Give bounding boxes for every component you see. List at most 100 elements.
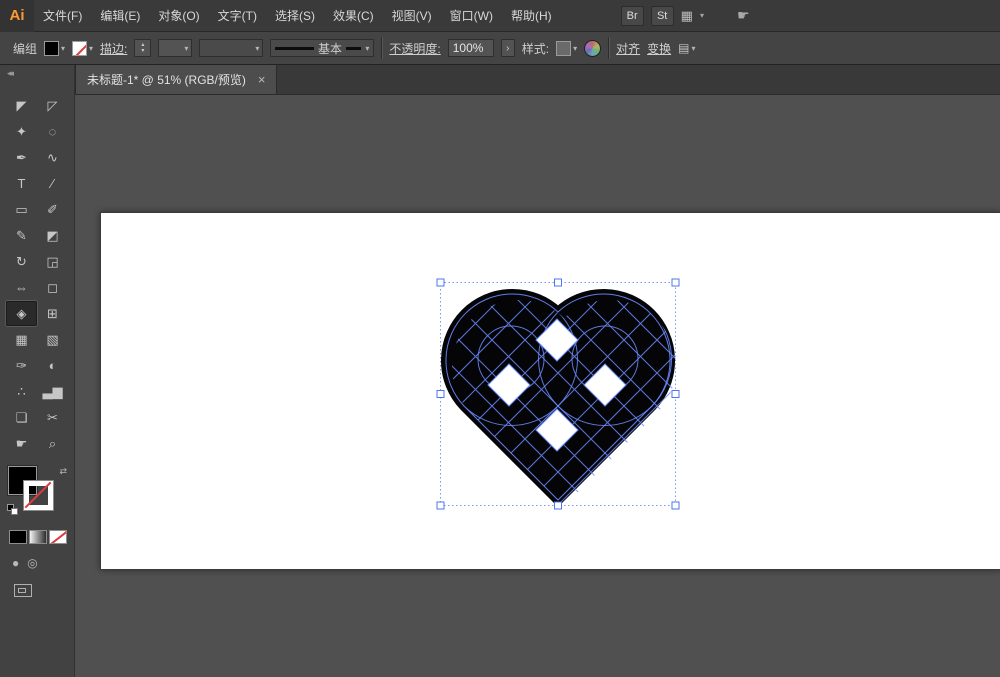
recolor-artwork-icon[interactable] — [584, 39, 602, 57]
chevron-down-icon[interactable]: ▾ — [700, 11, 704, 20]
brush-stroke-preview — [275, 46, 314, 50]
selection-type-label: 编组 — [13, 41, 38, 56]
stroke-panel-link[interactable]: 描边: — [100, 40, 127, 57]
opacity-panel-link[interactable]: 不透明度: — [389, 40, 440, 57]
style-swatch[interactable] — [556, 40, 572, 56]
eyedropper-tool[interactable]: ✑ — [6, 353, 37, 378]
menu-item[interactable]: 效果(C) — [324, 0, 383, 32]
close-icon[interactable]: × — [258, 72, 266, 87]
transform-panel-link[interactable]: 变换 — [647, 40, 671, 57]
pen-tool[interactable]: ✒ — [6, 145, 37, 170]
slice-tool[interactable]: ✂ — [37, 405, 68, 430]
pencil-tool[interactable]: ✎ — [6, 223, 37, 248]
arrange-documents-icon[interactable]: ▦ — [681, 8, 693, 24]
hand-tool[interactable]: ☛ — [6, 431, 37, 456]
workspace-hand-icon[interactable]: ☛ — [737, 7, 750, 24]
opacity-presets-arrow[interactable]: › — [500, 39, 515, 57]
selection-handle[interactable] — [671, 278, 680, 287]
variable-width-profile-dropdown[interactable]: ▾ — [199, 39, 264, 57]
chevron-down-icon: ▾ — [365, 43, 370, 53]
stock-button[interactable]: St — [650, 5, 674, 26]
stroke-weight-stepper[interactable]: ▴ ▾ — [134, 39, 152, 57]
control-panel-menu[interactable]: ▤ ▾ — [678, 41, 695, 55]
mesh-tool[interactable]: ▦ — [6, 327, 37, 352]
color-mode-button[interactable] — [9, 530, 27, 544]
perspective-grid-tool[interactable]: ⊞ — [37, 301, 68, 326]
selected-artwork[interactable] — [436, 274, 680, 514]
lasso-tool[interactable]: ◌ — [37, 119, 68, 144]
align-panel-link[interactable]: 对齐 — [616, 40, 640, 57]
symbol-sprayer-tool[interactable]: ∴ — [6, 379, 37, 404]
menubar-right-group: Br St ▦ ▾ ☛ — [620, 5, 750, 26]
rotate-tool[interactable]: ↻ — [6, 249, 37, 274]
type-tool[interactable]: T — [6, 171, 37, 196]
selection-handle[interactable] — [671, 390, 680, 398]
width-tool[interactable]: ⇔ — [6, 275, 37, 300]
tools-grid: ◤ ◸ ✦ ◌ ✒ ∿ T ∕ ▭ ✐ ✎ ◩ ↻ ◲ ⇔ ◻ ◈ ⊞ ▦ ▧ ✑ ◐ ∴ ▃▆ ❏ ✂ ☛ ⌕ — [0, 81, 74, 456]
gradient-mode-button[interactable] — [29, 530, 47, 544]
menu-item[interactable]: 对象(O) — [149, 0, 208, 32]
selection-handle[interactable] — [554, 501, 562, 510]
chevron-down-icon: ▾ — [255, 43, 260, 53]
gradient-tool[interactable]: ▧ — [37, 327, 68, 352]
line-segment-tool[interactable]: ∕ — [37, 171, 68, 196]
rectangle-tool[interactable]: ▭ — [6, 197, 37, 222]
color-indicators: ⇄ — [7, 466, 71, 516]
paint-mode-row — [9, 530, 74, 544]
column-graph-tool[interactable]: ▃▆ — [37, 379, 68, 404]
tools-panel: ◂◂ ◤ ◸ ✦ ◌ ✒ ∿ T ∕ ▭ ✐ ✎ ◩ ↻ ◲ ⇔ ◻ ◈ ⊞ ▦ ▧ ✑ ◐ ∴ ▃▆ ❏ ✂ ☛ ⌕ ⇄ ● ◎ — [0, 65, 75, 677]
default-stroke-chip — [11, 508, 18, 515]
brush-stroke-preview — [345, 46, 362, 50]
stroke-weight-dropdown[interactable]: ▾ — [158, 39, 193, 57]
fill-swatch[interactable] — [44, 40, 60, 56]
selection-tool[interactable]: ◤ — [6, 93, 37, 118]
collapse-panel-icon[interactable]: ◂◂ — [0, 65, 74, 81]
draw-normal-button[interactable]: ● — [12, 556, 19, 570]
chevron-down-icon: ▾ — [691, 43, 696, 53]
selection-handle[interactable] — [554, 278, 562, 287]
curvature-tool[interactable]: ∿ — [37, 145, 68, 170]
default-colors-icon[interactable] — [7, 504, 19, 516]
fill-color-control[interactable]: ▾ — [44, 40, 65, 56]
shape-builder-tool[interactable]: ◈ — [6, 301, 37, 326]
selection-handle[interactable] — [436, 501, 445, 510]
scale-tool[interactable]: ◲ — [37, 249, 68, 274]
selection-handle[interactable] — [671, 501, 680, 510]
style-dropdown[interactable]: ▾ — [556, 40, 577, 56]
selection-handle[interactable] — [436, 390, 445, 398]
swap-colors-icon[interactable]: ⇄ — [59, 466, 67, 477]
draw-inside-button[interactable]: ◎ — [27, 556, 37, 570]
menu-item[interactable]: 视图(V) — [383, 0, 441, 32]
zoom-tool[interactable]: ⌕ — [37, 431, 68, 456]
stroke-color-indicator[interactable] — [24, 481, 53, 510]
stepper-down-icon[interactable]: ▾ — [141, 48, 144, 54]
style-label: 样式: — [521, 41, 550, 56]
opacity-input[interactable] — [447, 39, 494, 57]
chevron-down-icon: ▾ — [184, 43, 189, 53]
magic-wand-tool[interactable]: ✦ — [6, 119, 37, 144]
eraser-tool[interactable]: ◩ — [37, 223, 68, 248]
bridge-button[interactable]: Br — [620, 5, 644, 26]
canvas[interactable] — [75, 95, 1000, 677]
stroke-none-swatch[interactable] — [72, 40, 88, 56]
free-transform-tool[interactable]: ◻ — [37, 275, 68, 300]
menu-item[interactable]: 文字(T) — [209, 0, 266, 32]
stroke-color-control[interactable]: ▾ — [72, 40, 93, 56]
change-screen-mode-button[interactable] — [14, 584, 32, 597]
menu-item[interactable]: 选择(S) — [266, 0, 324, 32]
menu-item[interactable]: 编辑(E) — [91, 0, 149, 32]
panel-menu-icon: ▤ — [678, 41, 690, 55]
menu-item[interactable]: 文件(F) — [34, 0, 91, 32]
menu-item[interactable]: 帮助(H) — [502, 0, 561, 32]
selection-handle[interactable] — [436, 278, 445, 287]
artboard-tool[interactable]: ❏ — [6, 405, 37, 430]
blend-tool[interactable]: ◐ — [37, 353, 68, 378]
document-tab[interactable]: 未标题-1* @ 51% (RGB/预览) × — [75, 65, 278, 94]
direct-selection-tool[interactable]: ◸ — [37, 93, 68, 118]
control-bar: 编组 ▾ ▾ 描边: ▴ ▾ ▾ ▾ 基本 ▾ 不透明度: › 样式: ▾ 对齐… — [0, 32, 1000, 65]
divider — [608, 37, 610, 59]
brush-definition-dropdown[interactable]: 基本 ▾ — [270, 39, 375, 57]
none-mode-button[interactable] — [49, 530, 67, 544]
menu-item[interactable]: 窗口(W) — [441, 0, 502, 32]
paintbrush-tool[interactable]: ✐ — [37, 197, 68, 222]
